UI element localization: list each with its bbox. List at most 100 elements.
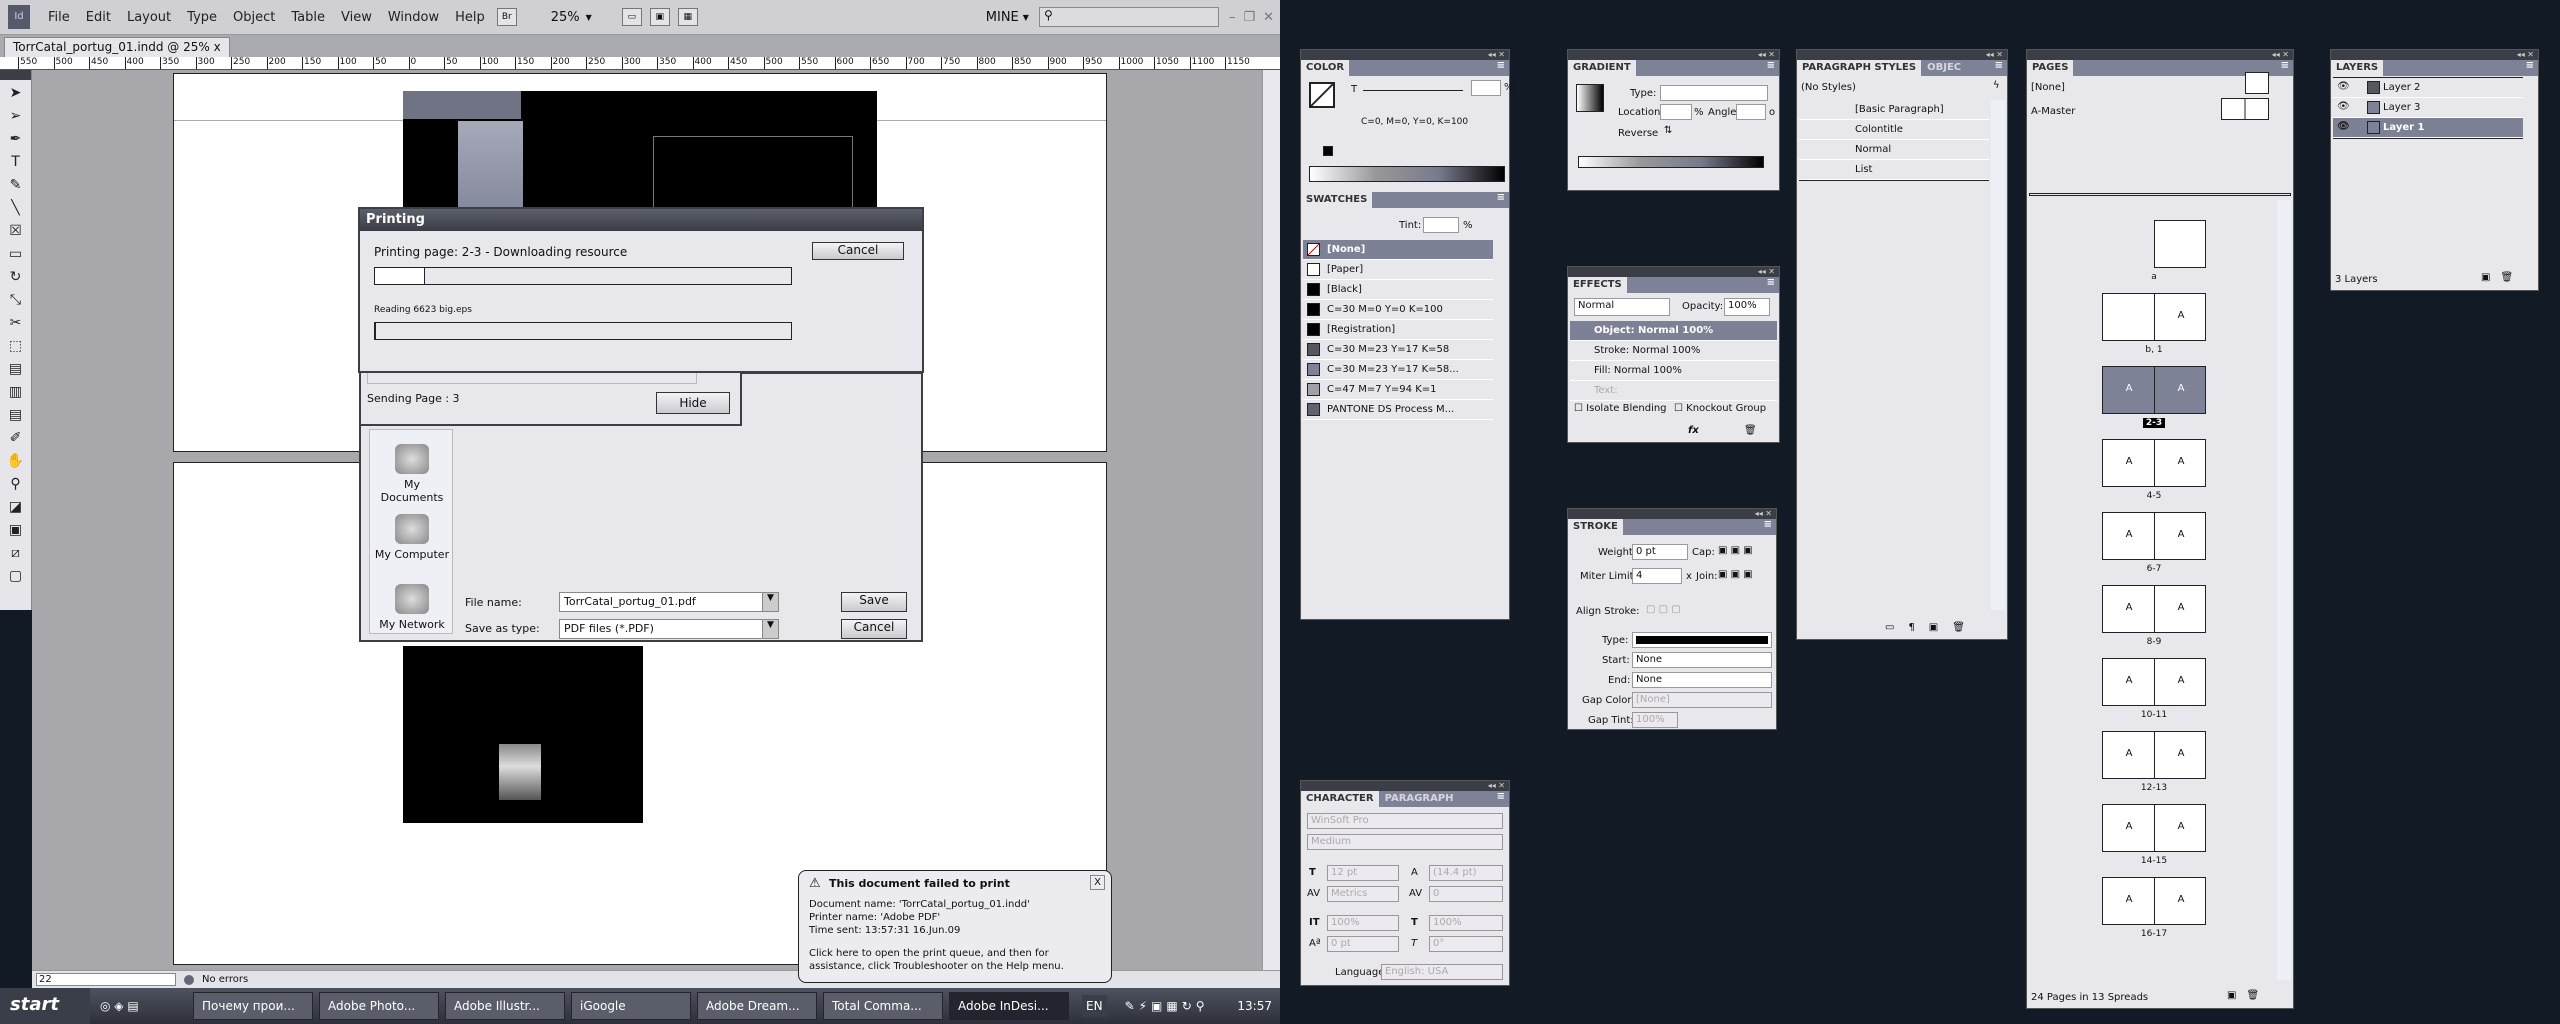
panel-menu-icon[interactable]: ≡ [2526, 60, 2538, 76]
type-tool-icon[interactable]: T [5, 152, 27, 172]
page-spread-thumb[interactable]: AA [2102, 585, 2206, 633]
layer-row[interactable]: 👁 Layer 1 [2333, 118, 2523, 138]
blend-mode-select[interactable]: Normal [1574, 298, 1670, 316]
menu-type[interactable]: Type [179, 10, 225, 25]
panel-menu-icon[interactable]: ≡ [1764, 519, 1776, 535]
baseline-shift-input[interactable]: 0 pt [1327, 936, 1399, 952]
swatch-row[interactable]: C=30 M=23 Y=17 K=58... [1303, 360, 1493, 380]
panel-grip[interactable]: ◂◂ ✕ [1797, 50, 2007, 60]
language-select[interactable]: English: USA [1381, 964, 1503, 980]
location-input[interactable] [1660, 104, 1692, 120]
panel-grip[interactable]: ◂◂ ✕ [2027, 50, 2293, 60]
chevron-down-icon[interactable]: ▼ [1023, 13, 1029, 22]
tab-paragraph-styles[interactable]: PARAGRAPH STYLES [1797, 60, 1922, 76]
swatch-row[interactable]: PANTONE DS Process M... [1303, 400, 1493, 420]
close-tab-icon[interactable]: x [214, 40, 221, 54]
miter-input[interactable]: 4 [1632, 568, 1682, 584]
page-spread-thumb[interactable]: AA [2102, 877, 2206, 925]
tint-input[interactable] [1471, 80, 1501, 96]
tint-slider[interactable] [1363, 90, 1463, 91]
eye-icon[interactable]: 👁 [2337, 101, 2350, 112]
page-number-field[interactable]: 22 [36, 973, 176, 986]
menu-help[interactable]: Help [447, 10, 493, 25]
tab-effects[interactable]: EFFECTS [1568, 277, 1627, 293]
place-my-computer[interactable]: My Computer [371, 514, 453, 561]
page-spread-thumb[interactable]: AA [2102, 731, 2206, 779]
fx-icon[interactable]: fx [1688, 425, 1699, 436]
paragraph-style-item[interactable]: Colontitle [1799, 120, 1989, 140]
font-size-input[interactable]: 12 pt [1327, 865, 1399, 881]
workspace-switcher[interactable]: MINE [986, 10, 1019, 25]
line-tool-icon[interactable]: ╲ [5, 198, 27, 218]
skew-input[interactable]: 0° [1429, 936, 1503, 952]
fill-stroke-tool-icon[interactable]: ◪ [5, 497, 27, 517]
paragraph-style-item[interactable]: [Basic Paragraph] [1799, 100, 1989, 120]
paragraph-style-item[interactable]: Normal [1799, 140, 1989, 160]
horizontal-ruler[interactable]: 550 500 450 400 350 300 250 200 150 100 50 0 50 100 15… [0, 57, 1280, 70]
swatch-row[interactable]: C=47 M=7 Y=94 K=1 [1303, 380, 1493, 400]
screen-mode-tool-icon[interactable]: ▢ [5, 566, 27, 586]
panel-menu-icon[interactable]: ≡ [1767, 60, 1779, 76]
page-spread-thumb[interactable]: AA [2102, 658, 2206, 706]
page-spread-thumb[interactable]: AA [2102, 439, 2206, 487]
black-swatch-icon[interactable] [1323, 146, 1333, 156]
swatch-row[interactable]: [None] [1303, 240, 1493, 260]
document-tab[interactable]: TorrCatal_portug_01.indd @ 25% x [4, 37, 230, 57]
selection-tool-icon[interactable]: ➤ [5, 83, 27, 103]
panel-grip[interactable]: ◂◂ ✕ [1568, 267, 1779, 277]
tab-pages[interactable]: PAGES [2027, 60, 2074, 76]
master-none-thumb[interactable] [2245, 72, 2269, 94]
vertical-scrollbar[interactable] [2277, 200, 2291, 980]
swatch-tint-input[interactable] [1423, 217, 1459, 233]
panel-grip[interactable]: ◂◂ ✕ [1301, 50, 1509, 60]
bridge-button[interactable]: Br [496, 8, 517, 26]
stroke-type-select[interactable] [1632, 632, 1772, 648]
rectangle-frame-tool-icon[interactable]: ☒ [5, 221, 27, 241]
view-options-icon[interactable]: ▭ [621, 8, 642, 26]
panel-menu-icon[interactable]: ≡ [2281, 60, 2293, 76]
swatch-row[interactable]: [Paper] [1303, 260, 1493, 280]
close-notification-button[interactable]: X [1090, 875, 1105, 890]
menu-edit[interactable]: Edit [78, 10, 119, 25]
menu-layout[interactable]: Layout [119, 10, 179, 25]
panel-grip[interactable]: ◂◂ ✕ [2331, 50, 2538, 60]
menu-object[interactable]: Object [225, 10, 283, 25]
file-name-input[interactable]: TorrCatal_portug_01.pdf ▼ [559, 592, 779, 612]
free-transform-tool-icon[interactable]: ⬚ [5, 336, 27, 356]
zoom-tool-icon[interactable]: ⚲ [5, 474, 27, 494]
gradient-ramp[interactable] [1578, 156, 1764, 168]
leading-input[interactable]: (14.4 pt) [1429, 865, 1503, 881]
menu-file[interactable]: File [40, 10, 78, 25]
knockout-group-checkbox[interactable]: ☐ Knockout Group [1674, 403, 1766, 414]
taskbar-item[interactable]: Adobe Dream... [697, 992, 817, 1020]
panel-footer-icons[interactable]: ▭¶▣🗑 [1885, 622, 1979, 633]
preflight-status[interactable]: No errors [202, 974, 248, 985]
panel-menu-icon[interactable]: ≡ [1497, 192, 1509, 208]
tab-color[interactable]: COLOR [1301, 60, 1350, 76]
menu-table[interactable]: Table [283, 10, 333, 25]
eyedropper-tool-icon[interactable]: ✐ [5, 428, 27, 448]
minimize-button[interactable]: – [1229, 10, 1236, 25]
search-input[interactable]: ⚲ [1038, 7, 1219, 27]
taskbar-item[interactable]: Почему прои... [193, 992, 313, 1020]
pen-tool-icon[interactable]: ✒ [5, 129, 27, 149]
paragraph-style-item[interactable]: List [1799, 160, 1989, 180]
hide-button[interactable]: Hide [656, 392, 730, 414]
layer-row[interactable]: 👁 Layer 2 [2333, 78, 2523, 98]
start-button[interactable]: start [0, 988, 90, 1024]
arrange-documents-icon[interactable]: ▦ [677, 8, 698, 26]
print-failed-notification[interactable]: ⚠ X This document failed to print Docume… [798, 870, 1112, 983]
stroke-start-select[interactable]: None [1632, 652, 1772, 668]
page-spread-thumb[interactable]: AA [2102, 366, 2206, 414]
menu-window[interactable]: Window [380, 10, 447, 25]
rectangle-tool-icon[interactable]: ▭ [5, 244, 27, 264]
chevron-down-icon[interactable]: ▼ [586, 13, 592, 22]
panel-menu-icon[interactable]: ≡ [1497, 791, 1509, 807]
page-spread-thumb[interactable]: A [2102, 293, 2206, 341]
scale-tool-icon[interactable]: ⤡ [5, 290, 27, 310]
taskbar-item[interactable]: Adobe InDesi... [949, 992, 1069, 1020]
weight-input[interactable]: 0 pt [1632, 544, 1688, 560]
master-a[interactable]: A-Master [2031, 106, 2075, 117]
taskbar-item[interactable]: iGoogle [571, 992, 691, 1020]
cap-buttons[interactable]: ▣ ▣ ▣ [1718, 545, 1753, 556]
